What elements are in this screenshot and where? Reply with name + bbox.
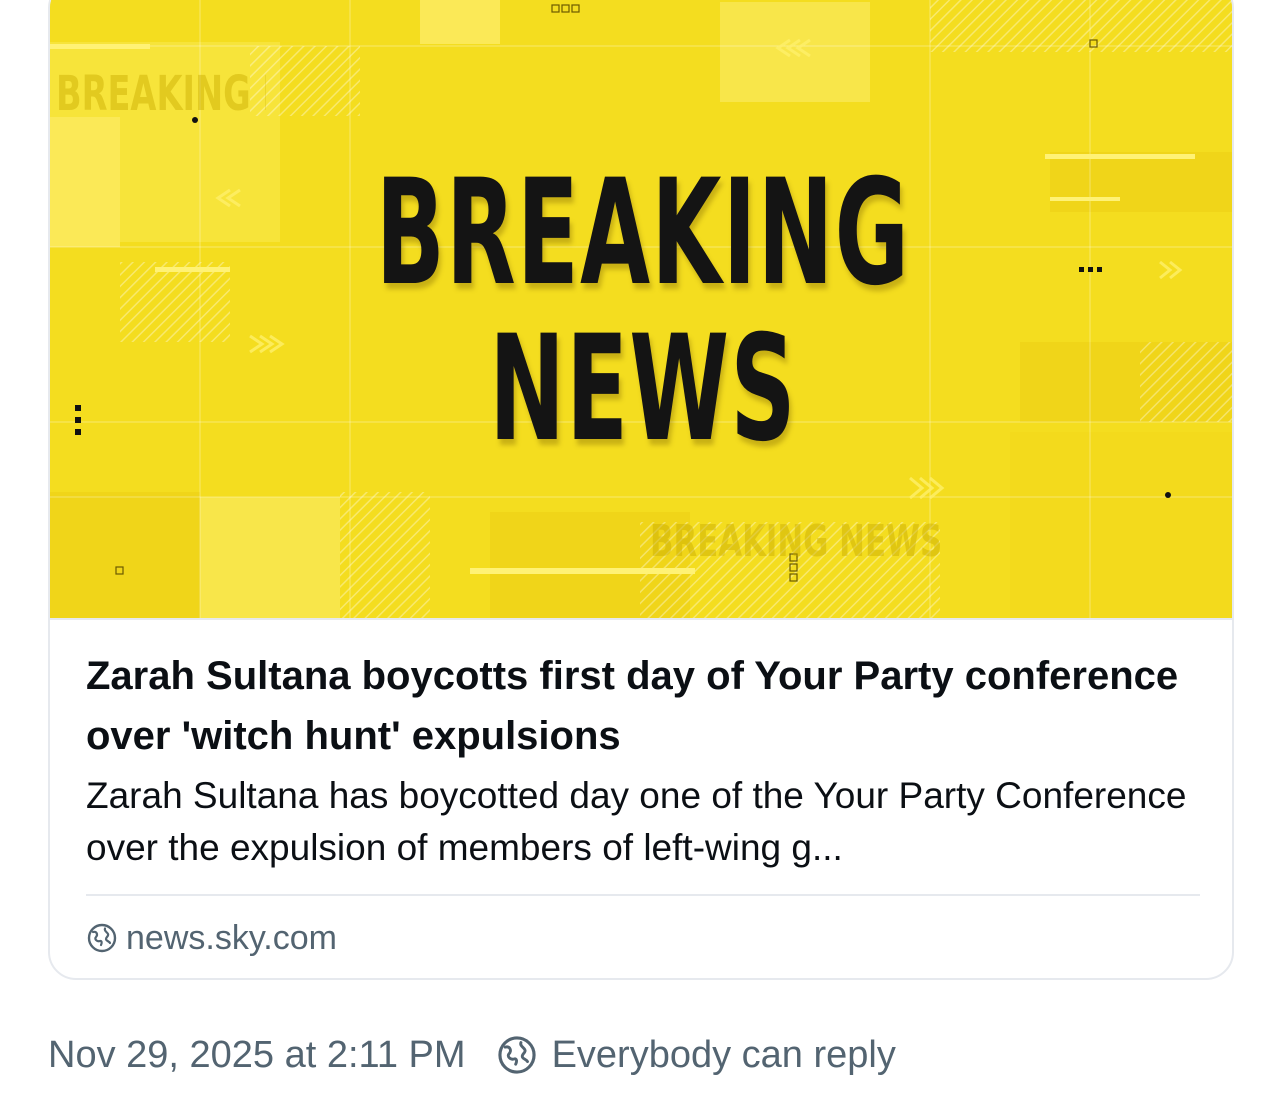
link-headline[interactable]: Zarah Sultana boycotts first day of Your… (86, 646, 1200, 766)
link-preview-card[interactable]: BREAKING NEWS BREAKING NEWS BREAKING NEW… (48, 0, 1234, 980)
link-description: Zarah Sultana has boycotted day one of t… (86, 775, 1187, 868)
source-domain: news.sky.com (126, 918, 337, 957)
globe-icon (87, 923, 117, 953)
globe-icon (497, 1036, 536, 1074)
reply-setting[interactable]: Everybody can reply (552, 1034, 896, 1077)
post-timestamp[interactable]: Nov 29, 2025 at 2:11 PM (48, 1034, 466, 1077)
image-watermark-bottom: BREAKING NEWS (650, 516, 943, 567)
card-divider (86, 894, 1200, 896)
image-watermark-top: BREAKING NEWS (56, 66, 266, 122)
image-title-line-2: NEWS (489, 304, 797, 474)
post-meta: Nov 29, 2025 at 2:11 PM Everybody can re… (48, 1030, 896, 1080)
link-preview-image[interactable]: BREAKING NEWS BREAKING NEWS BREAKING NEW… (50, 0, 1232, 620)
image-title-line-1: BREAKING (375, 148, 911, 318)
link-preview-content[interactable]: Zarah Sultana boycotts first day of Your… (86, 646, 1200, 874)
link-source[interactable]: news.sky.com (86, 916, 337, 960)
